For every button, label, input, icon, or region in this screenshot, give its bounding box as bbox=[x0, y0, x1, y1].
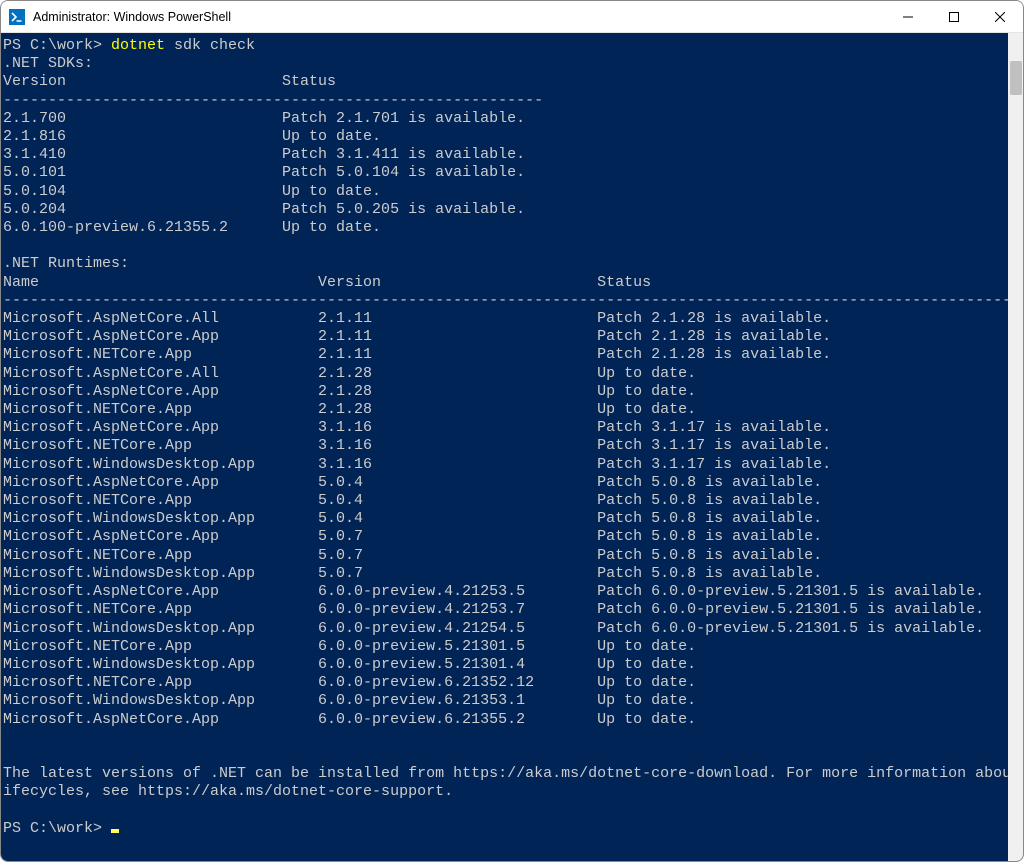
terminal-body[interactable]: PS C:\work> dotnet sdk check .NET SDKs: … bbox=[1, 33, 1023, 861]
powershell-window: Administrator: Windows PowerShell PS C:\… bbox=[0, 0, 1024, 862]
maximize-button[interactable] bbox=[931, 1, 977, 32]
vertical-scrollbar[interactable] bbox=[1008, 33, 1023, 861]
scrollbar-thumb[interactable] bbox=[1010, 61, 1022, 95]
close-button[interactable] bbox=[977, 1, 1023, 32]
terminal-viewport[interactable]: PS C:\work> dotnet sdk check .NET SDKs: … bbox=[1, 33, 1008, 861]
title-bar[interactable]: Administrator: Windows PowerShell bbox=[1, 1, 1023, 33]
powershell-icon bbox=[9, 9, 25, 25]
window-controls bbox=[885, 1, 1023, 32]
window-title: Administrator: Windows PowerShell bbox=[33, 10, 231, 24]
minimize-button[interactable] bbox=[885, 1, 931, 32]
terminal-output: PS C:\work> dotnet sdk check .NET SDKs: … bbox=[3, 37, 1006, 838]
